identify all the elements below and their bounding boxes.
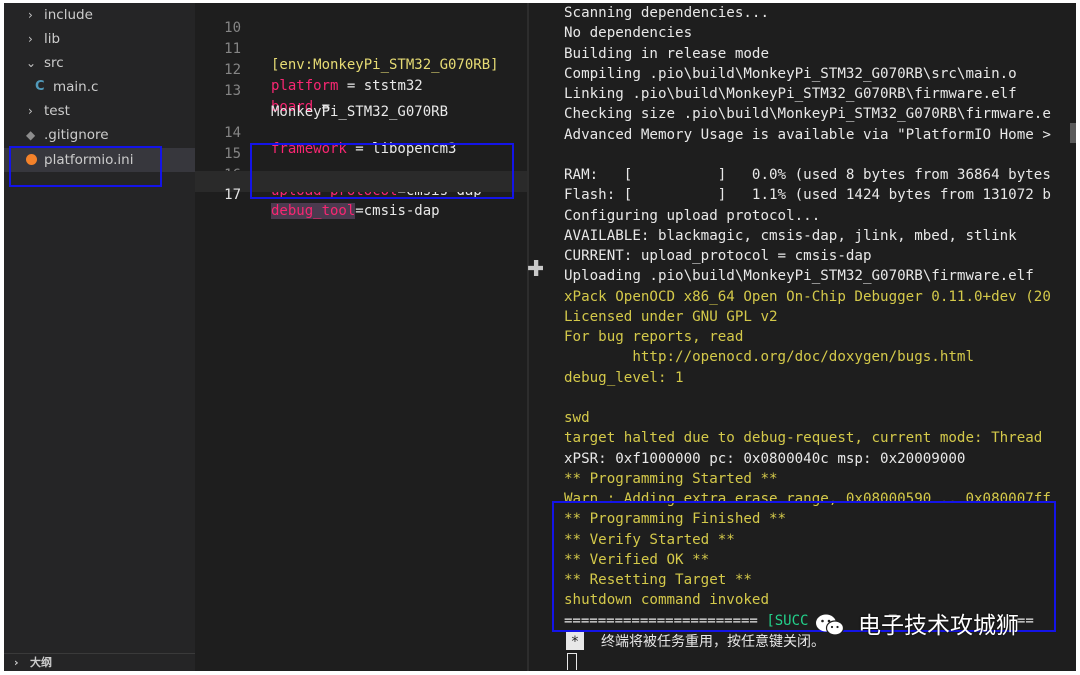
highlight-box-editor bbox=[250, 143, 514, 199]
highlight-box-explorer bbox=[9, 146, 162, 187]
terminal-line: Linking .pio\build\MonkeyPi_STM32_G070RB… bbox=[564, 86, 1017, 102]
code-editor[interactable]: 10 11 [env:MonkeyPi_STM32_G070RB] 12 pla… bbox=[195, 3, 527, 671]
terminal-line: xPSR: 0xf1000000 pc: 0x0800040c msp: 0x2… bbox=[564, 450, 966, 467]
code-line-wrapped: MonkeyPi_STM32_G070RB bbox=[195, 88, 527, 120]
outline-section-header[interactable]: › 大纲 bbox=[4, 653, 195, 671]
terminal-line: Flash: [ ] 1.1% (used 1424 bytes from 13… bbox=[564, 187, 1051, 204]
terminal-line: No dependencies bbox=[564, 25, 693, 42]
panel-gap bbox=[529, 3, 543, 671]
sash-resize-icon[interactable]: ✚ bbox=[527, 259, 545, 281]
tree-item-label: main.c bbox=[53, 79, 99, 95]
wechat-icon bbox=[816, 614, 845, 636]
code-line: 14 framework = libopencm3 bbox=[195, 109, 527, 157]
terminal-line: ** Programming Started ** bbox=[564, 470, 778, 487]
terminal-prompt-marker: * bbox=[566, 632, 584, 650]
terminal-line: http://openocd.org/doc/doxygen/bugs.html bbox=[564, 349, 974, 366]
code-line: 10 bbox=[195, 4, 527, 36]
tree-item-test[interactable]: › test bbox=[4, 99, 195, 123]
explorer-panel: › include › lib ⌄ src C main.c › test ◆ … bbox=[4, 3, 195, 671]
tree-item-include[interactable]: › include bbox=[4, 3, 195, 27]
chevron-right-icon: › bbox=[28, 8, 33, 22]
c-file-icon: C bbox=[35, 79, 45, 94]
vscode-window: › include › lib ⌄ src C main.c › test ◆ … bbox=[4, 3, 1076, 671]
terminal-line: Configuring upload protocol... bbox=[564, 207, 821, 224]
terminal-line: target halted due to debug-request, curr… bbox=[564, 430, 1043, 447]
terminal-line: Compiling .pio\build\MonkeyPi_STM32_G070… bbox=[564, 65, 1017, 82]
terminal-cursor bbox=[567, 653, 577, 670]
terminal-line: AVAILABLE: blackmagic, cmsis-dap, jlink,… bbox=[564, 227, 1017, 244]
tree-item-label: src bbox=[44, 55, 64, 71]
terminal-line: Checking size .pio\build\MonkeyPi_STM32_… bbox=[564, 106, 1051, 123]
tree-item-main-c[interactable]: C main.c bbox=[4, 75, 195, 99]
outline-label: 大纲 bbox=[30, 656, 52, 669]
tree-item-gitignore[interactable]: ◆ .gitignore bbox=[4, 123, 195, 147]
chevron-right-icon: › bbox=[14, 656, 19, 669]
tree-item-label: lib bbox=[44, 31, 61, 47]
terminal-line: Advanced Memory Usage is available via "… bbox=[564, 126, 1051, 143]
tree-item-label: test bbox=[44, 103, 70, 119]
tree-item-label: .gitignore bbox=[44, 127, 109, 143]
tree-item-src[interactable]: ⌄ src bbox=[4, 51, 195, 75]
terminal-scrollbar[interactable] bbox=[1070, 3, 1076, 671]
terminal-close-message: 终端将被任务重用，按任意键关闭。 bbox=[601, 634, 825, 650]
tree-item-label: include bbox=[44, 7, 93, 23]
terminal-line: Licensed under GNU GPL v2 bbox=[564, 308, 778, 325]
code-line: 11 [env:MonkeyPi_STM32_G070RB] bbox=[195, 25, 527, 73]
chevron-down-icon: ⌄ bbox=[26, 56, 37, 70]
gitignore-icon: ◆ bbox=[26, 128, 36, 142]
terminal-line: Scanning dependencies... bbox=[564, 5, 769, 21]
code-key-selected: debug_tool bbox=[271, 203, 356, 219]
terminal-line: xPack OpenOCD x86_64 Open On-Chip Debugg… bbox=[564, 288, 1051, 305]
terminal-line: CURRENT: upload_protocol = cmsis-dap bbox=[564, 248, 872, 264]
terminal-line: debug_level: 1 bbox=[564, 369, 684, 386]
chevron-right-icon: › bbox=[28, 32, 33, 46]
terminal-line: Building in release mode bbox=[564, 45, 769, 62]
terminal-line: RAM: [ ] 0.0% (used 8 bytes from 36864 b… bbox=[564, 167, 1051, 183]
chevron-right-icon: › bbox=[28, 104, 33, 118]
scrollbar-thumb[interactable] bbox=[1070, 123, 1076, 143]
watermark-text: 电子技术攻城狮 bbox=[858, 613, 1019, 639]
terminal-line: For bug reports, read bbox=[564, 329, 744, 345]
code-line: 12 platform = ststm32 bbox=[195, 46, 527, 94]
tree-item-lib[interactable]: › lib bbox=[4, 27, 195, 51]
terminal-line: Uploading .pio\build\MonkeyPi_STM32_G070… bbox=[564, 268, 1034, 285]
code-value: =cmsis-dap bbox=[355, 203, 440, 219]
terminal-line: swd bbox=[564, 410, 590, 426]
line-number: 17 bbox=[224, 187, 241, 203]
code-line: 13 board = bbox=[195, 67, 527, 115]
